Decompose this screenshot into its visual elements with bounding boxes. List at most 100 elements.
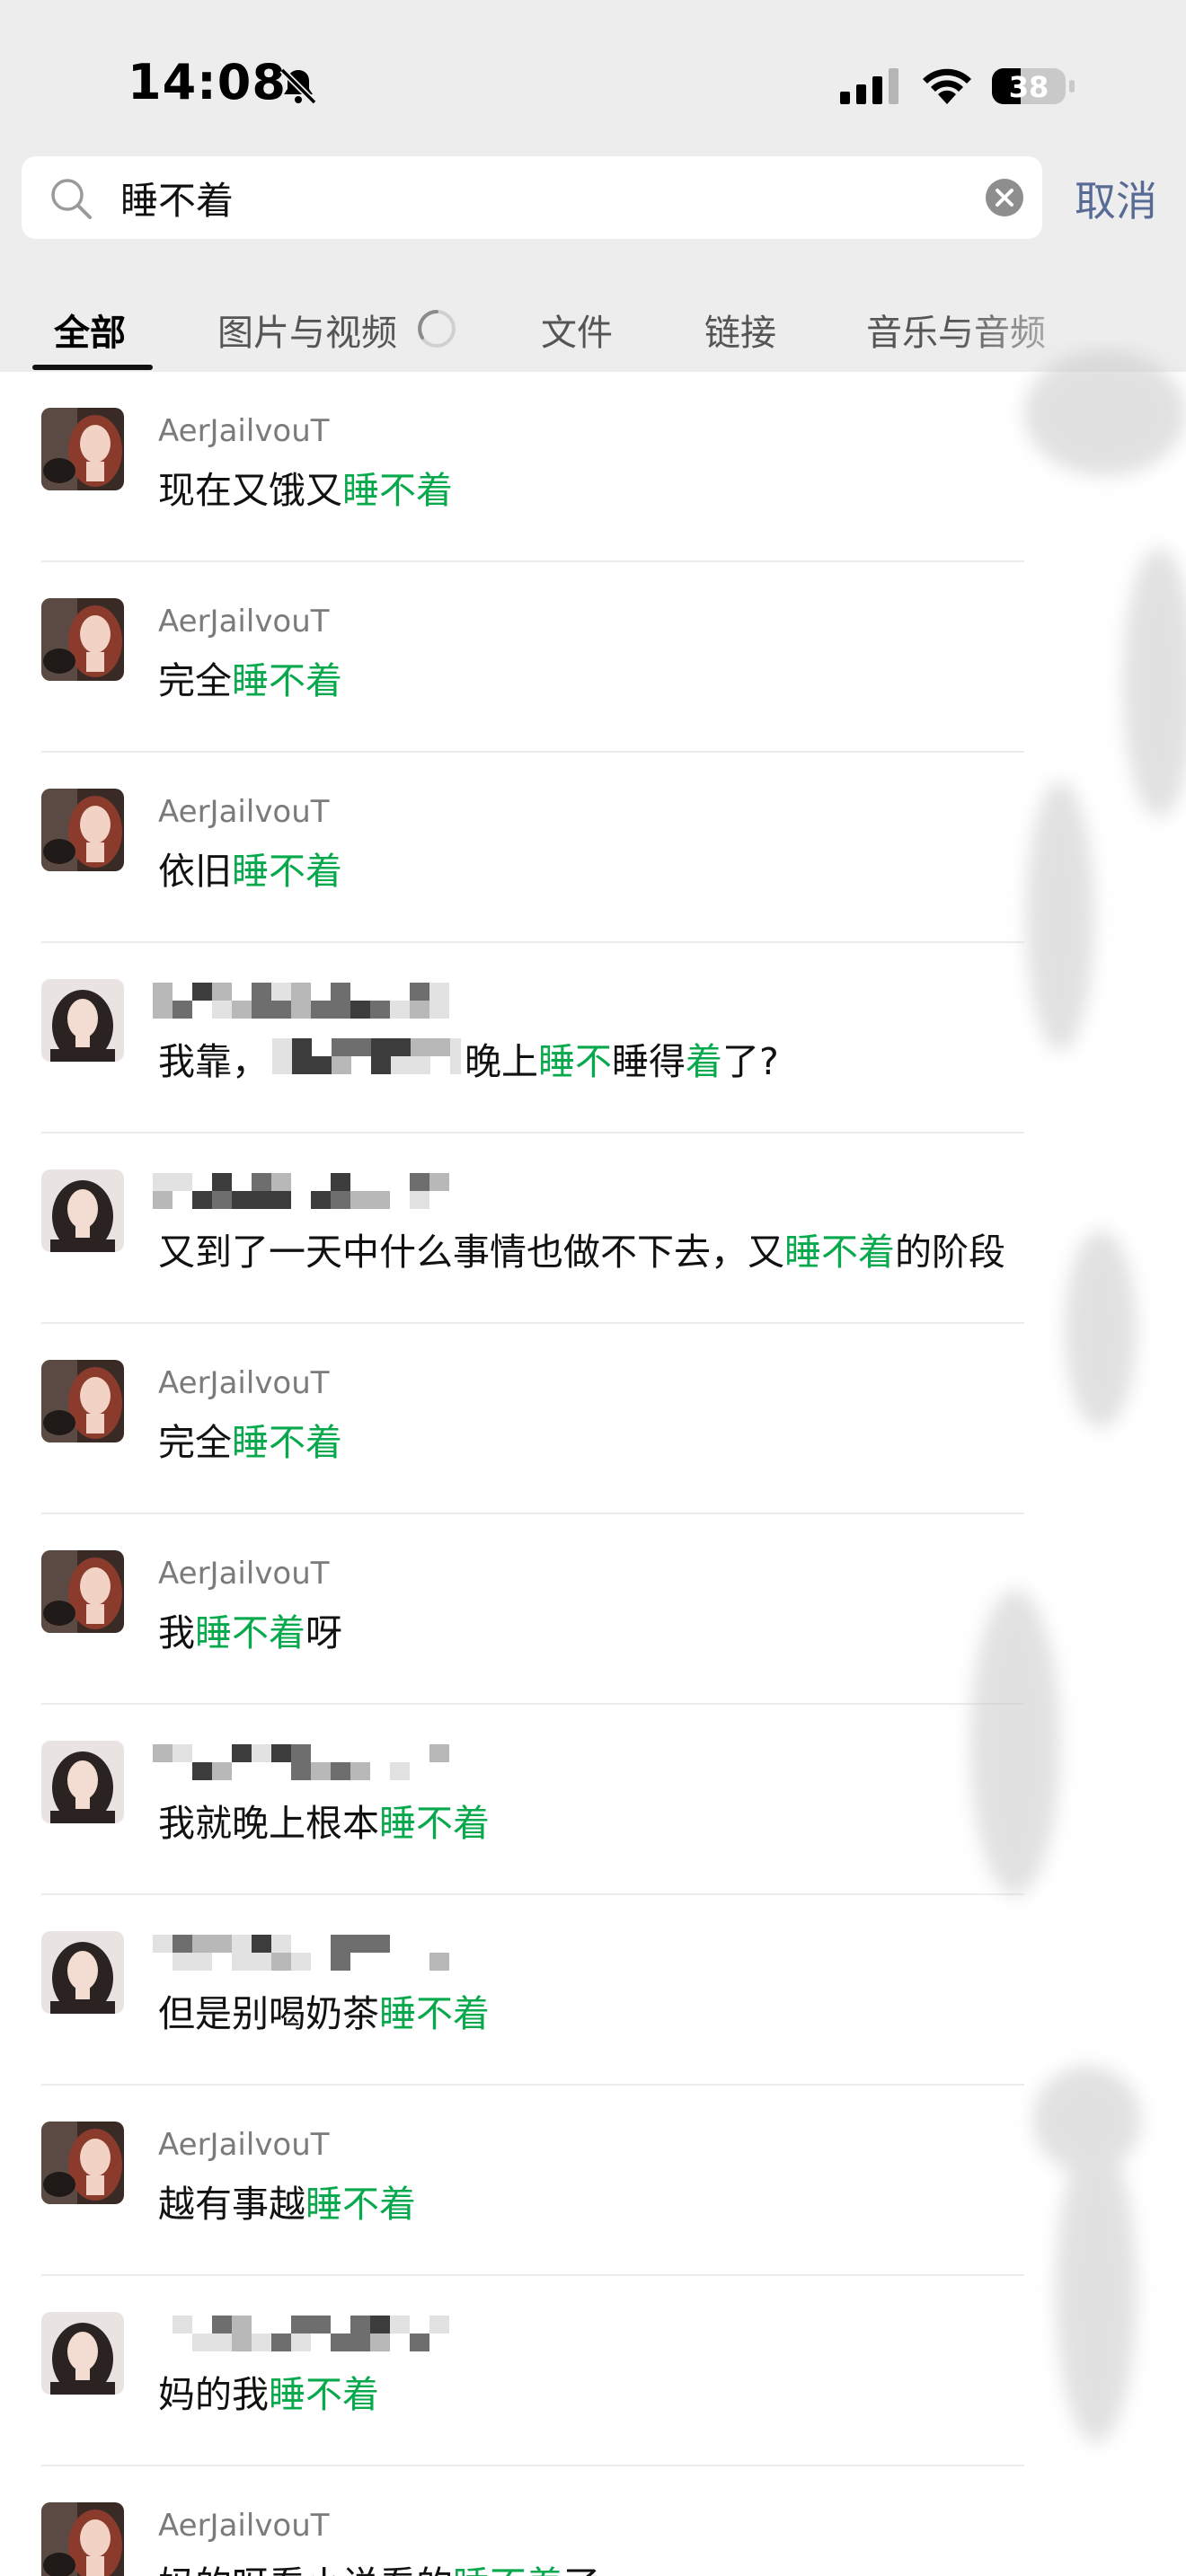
keyword-highlight: 睡不着: [232, 1421, 342, 1464]
message-text: 又到了一天中什么事情也做不下去，又: [158, 1231, 784, 1274]
sender-name: AerJailvouT: [158, 1365, 330, 1401]
search-result-row[interactable]: AerJailvouT 越有事越睡不着: [0, 2086, 1186, 2276]
message-text: 呀: [305, 1611, 342, 1654]
avatar: [41, 789, 124, 871]
status-bar: 14:08 38: [0, 0, 1186, 162]
keyword-highlight: 睡不着: [379, 1802, 490, 1845]
sender-name: AerJailvouT: [158, 794, 330, 830]
search-input[interactable]: [120, 156, 983, 239]
avatar: [41, 1741, 124, 1823]
message-text: 妈的呀看小说看的: [158, 2563, 453, 2576]
battery-icon: 38: [990, 65, 1076, 108]
active-tab-indicator: [32, 365, 153, 370]
search-result-row[interactable]: AerJailvouT 完全睡不着: [0, 562, 1186, 753]
message-text: 的阶段: [895, 1231, 1005, 1274]
message-text: 完全: [158, 659, 232, 702]
search-result-row[interactable]: AerJailvouT 完全睡不着: [0, 1324, 1186, 1514]
message-text: 完全: [158, 1421, 232, 1464]
search-box[interactable]: [22, 156, 1042, 239]
message-text: 但是别喝奶茶: [158, 1992, 379, 2035]
message-text: 我靠，: [158, 1040, 269, 1083]
redacted-sender-name: [153, 1935, 449, 1971]
battery-level: 38: [1008, 70, 1049, 104]
sender-name: AerJailvouT: [158, 1556, 330, 1592]
message-snippet: 现在又饿又睡不着: [158, 460, 453, 514]
search-result-row[interactable]: 我就晚上根本睡不着: [0, 1705, 1186, 1895]
search-result-row[interactable]: 又到了一天中什么事情也做不下去，又睡不着的阶段: [0, 1134, 1186, 1324]
avatar: [41, 2502, 124, 2576]
cellular-signal-icon: [840, 68, 898, 104]
bell-off-icon: [279, 67, 317, 105]
status-time: 14:08: [128, 54, 287, 110]
message-snippet: 但是别喝奶茶睡不着: [158, 1983, 490, 2037]
avatar: [41, 1550, 124, 1633]
loading-spinner-icon: [418, 310, 456, 348]
message-snippet: 完全睡不着: [158, 1412, 342, 1466]
message-text: 依旧: [158, 850, 232, 893]
sender-name: AerJailvouT: [158, 413, 330, 449]
avatar: [41, 598, 124, 681]
message-snippet: 我靠， 晚上睡不睡得着了?: [158, 1031, 779, 1085]
tabs-fade: [952, 251, 1186, 372]
search-result-row[interactable]: 我靠， 晚上睡不睡得着了?: [0, 943, 1186, 1134]
keyword-highlight: 睡不着: [269, 2373, 379, 2416]
keyword-highlight: 睡不着: [232, 850, 342, 893]
search-result-row[interactable]: AerJailvouT 现在又饿又睡不着: [0, 372, 1186, 562]
message-text: 我就晚上根本: [158, 1802, 379, 1845]
message-text: 晚上: [465, 1040, 538, 1083]
search-result-row[interactable]: 妈的我睡不着: [0, 2276, 1186, 2466]
keyword-highlight: 睡不: [538, 1040, 612, 1083]
filter-tabs: 全部 图片与视频 文件 链接 音乐与音频 交: [0, 251, 1186, 372]
avatar: [41, 408, 124, 490]
tab-all[interactable]: 全部: [54, 304, 126, 356]
redacted-sender-name: [153, 1744, 449, 1780]
search-result-row[interactable]: AerJailvouT 依旧睡不着: [0, 753, 1186, 943]
message-text: 妈的我: [158, 2373, 269, 2416]
tab-files[interactable]: 文件: [541, 304, 613, 356]
avatar: [41, 1931, 124, 2014]
search-result-row[interactable]: AerJailvouT 妈的呀看小说看的睡不着了: [0, 2466, 1186, 2576]
message-snippet: 妈的呀看小说看的睡不着了: [158, 2554, 600, 2576]
clear-search-icon[interactable]: [985, 178, 1024, 217]
message-text: 我: [158, 1611, 195, 1654]
keyword-highlight: 睡不着: [379, 1992, 490, 2035]
message-text: 了?: [722, 1040, 779, 1083]
wifi-icon: [923, 68, 971, 104]
keyword-highlight: 睡不着: [453, 2563, 563, 2576]
search-result-row[interactable]: 但是别喝奶茶睡不着: [0, 1895, 1186, 2086]
redacted-sender-name: [153, 1173, 449, 1209]
redacted-text: [272, 1038, 470, 1074]
message-text: 了: [563, 2563, 600, 2576]
message-snippet: 完全睡不着: [158, 650, 342, 704]
keyword-highlight: 睡不着: [305, 2183, 416, 2226]
tab-links[interactable]: 链接: [704, 304, 776, 356]
keyword-highlight: 着: [686, 1040, 722, 1083]
sender-name: AerJailvouT: [158, 2508, 330, 2544]
search-bar: 取消: [0, 153, 1186, 251]
keyword-highlight: 睡不着: [195, 1611, 305, 1654]
message-snippet: 越有事越睡不着: [158, 2174, 416, 2228]
message-snippet: 妈的我睡不着: [158, 2364, 379, 2418]
keyword-highlight: 睡不着: [784, 1231, 895, 1274]
search-result-row[interactable]: AerJailvouT 我睡不着呀: [0, 1514, 1186, 1705]
redacted-sender-name: [153, 983, 449, 1019]
cancel-button[interactable]: 取消: [1075, 169, 1157, 228]
avatar: [41, 2122, 124, 2204]
avatar: [41, 1360, 124, 1442]
message-snippet: 依旧睡不着: [158, 841, 342, 895]
sender-name: AerJailvouT: [158, 604, 330, 640]
search-results-list: AerJailvouT 现在又饿又睡不着 AerJailvouT 完全睡不着 AerJa…: [0, 372, 1186, 2576]
tab-images-videos[interactable]: 图片与视频: [217, 304, 397, 356]
keyword-highlight: 睡不着: [342, 469, 453, 512]
message-snippet: 又到了一天中什么事情也做不下去，又睡不着的阶段: [158, 1222, 1005, 1275]
message-snippet: 我睡不着呀: [158, 1602, 342, 1656]
message-text: 睡得: [612, 1040, 686, 1083]
avatar: [41, 2312, 124, 2395]
message-text: 现在又饿又: [158, 469, 342, 512]
keyword-highlight: 睡不着: [232, 659, 342, 702]
search-icon: [51, 179, 92, 219]
avatar: [41, 979, 124, 1062]
redacted-sender-name: [153, 2316, 449, 2351]
message-text: 越有事越: [158, 2183, 305, 2226]
avatar: [41, 1169, 124, 1252]
